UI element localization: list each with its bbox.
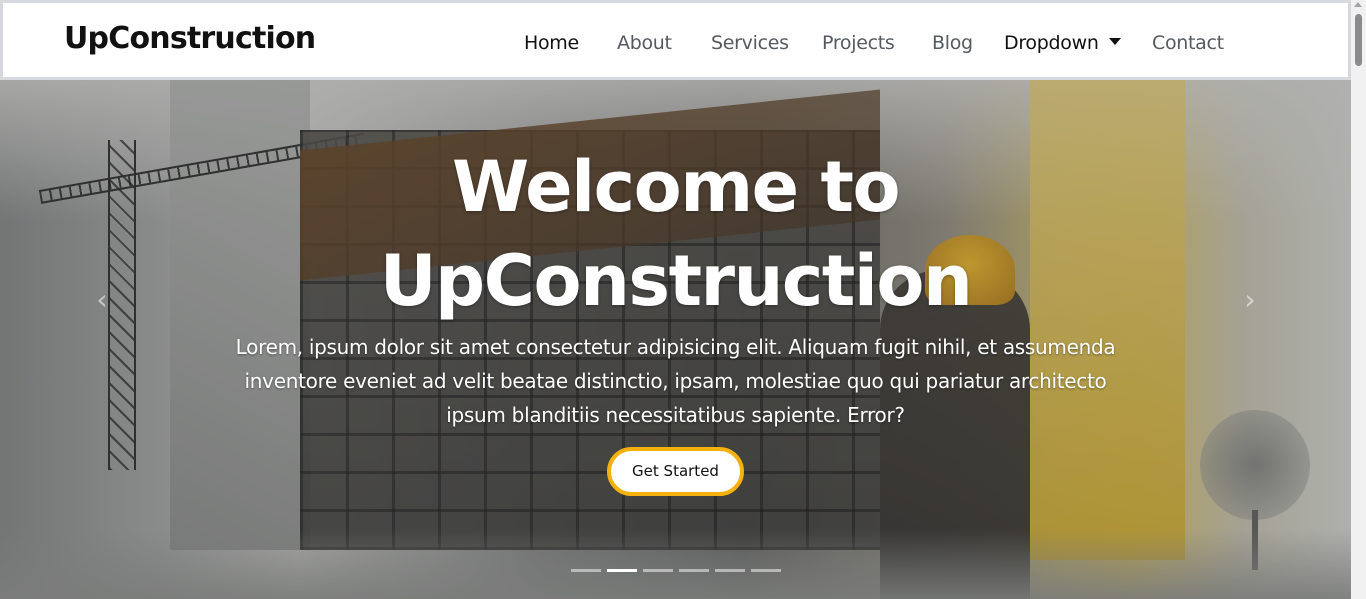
hero-title: Welcome to UpConstruction bbox=[0, 140, 1351, 328]
carousel-indicator[interactable] bbox=[715, 569, 745, 572]
nav-dropdown[interactable]: Dropdown bbox=[1004, 29, 1121, 57]
main-nav: Home About Services Projects Blog Dropdo… bbox=[3, 29, 1348, 59]
hero-title-line-2: UpConstruction bbox=[379, 240, 973, 322]
carousel-indicator[interactable] bbox=[643, 569, 673, 572]
nav-services[interactable]: Services bbox=[711, 29, 789, 57]
nav-dropdown-label: Dropdown bbox=[1004, 32, 1099, 54]
nav-about[interactable]: About bbox=[617, 29, 672, 57]
nav-home[interactable]: Home bbox=[524, 29, 579, 57]
carousel-indicator[interactable] bbox=[679, 569, 709, 572]
get-started-button[interactable]: Get Started bbox=[607, 447, 744, 496]
carousel-indicators bbox=[571, 569, 785, 573]
carousel-indicator[interactable] bbox=[607, 569, 637, 572]
site-header: UpConstruction Home About Services Proje… bbox=[0, 0, 1351, 80]
hero-description: Lorem, ipsum dolor sit amet consectetur … bbox=[235, 335, 1116, 427]
nav-projects[interactable]: Projects bbox=[822, 29, 895, 57]
nav-contact[interactable]: Contact bbox=[1152, 29, 1224, 57]
page-scrollbar[interactable] bbox=[1351, 0, 1366, 599]
caret-down-icon bbox=[1108, 38, 1121, 45]
nav-blog[interactable]: Blog bbox=[932, 29, 973, 57]
scroll-thumb[interactable] bbox=[1355, 14, 1362, 66]
carousel-indicator[interactable] bbox=[751, 569, 781, 572]
scroll-up-arrow-icon[interactable] bbox=[1354, 2, 1362, 7]
hero-title-line-1: Welcome to bbox=[451, 146, 901, 228]
carousel-indicator[interactable] bbox=[571, 569, 601, 572]
hero-carousel: ‹ › Welcome to UpConstruction Lorem, ips… bbox=[0, 80, 1351, 599]
